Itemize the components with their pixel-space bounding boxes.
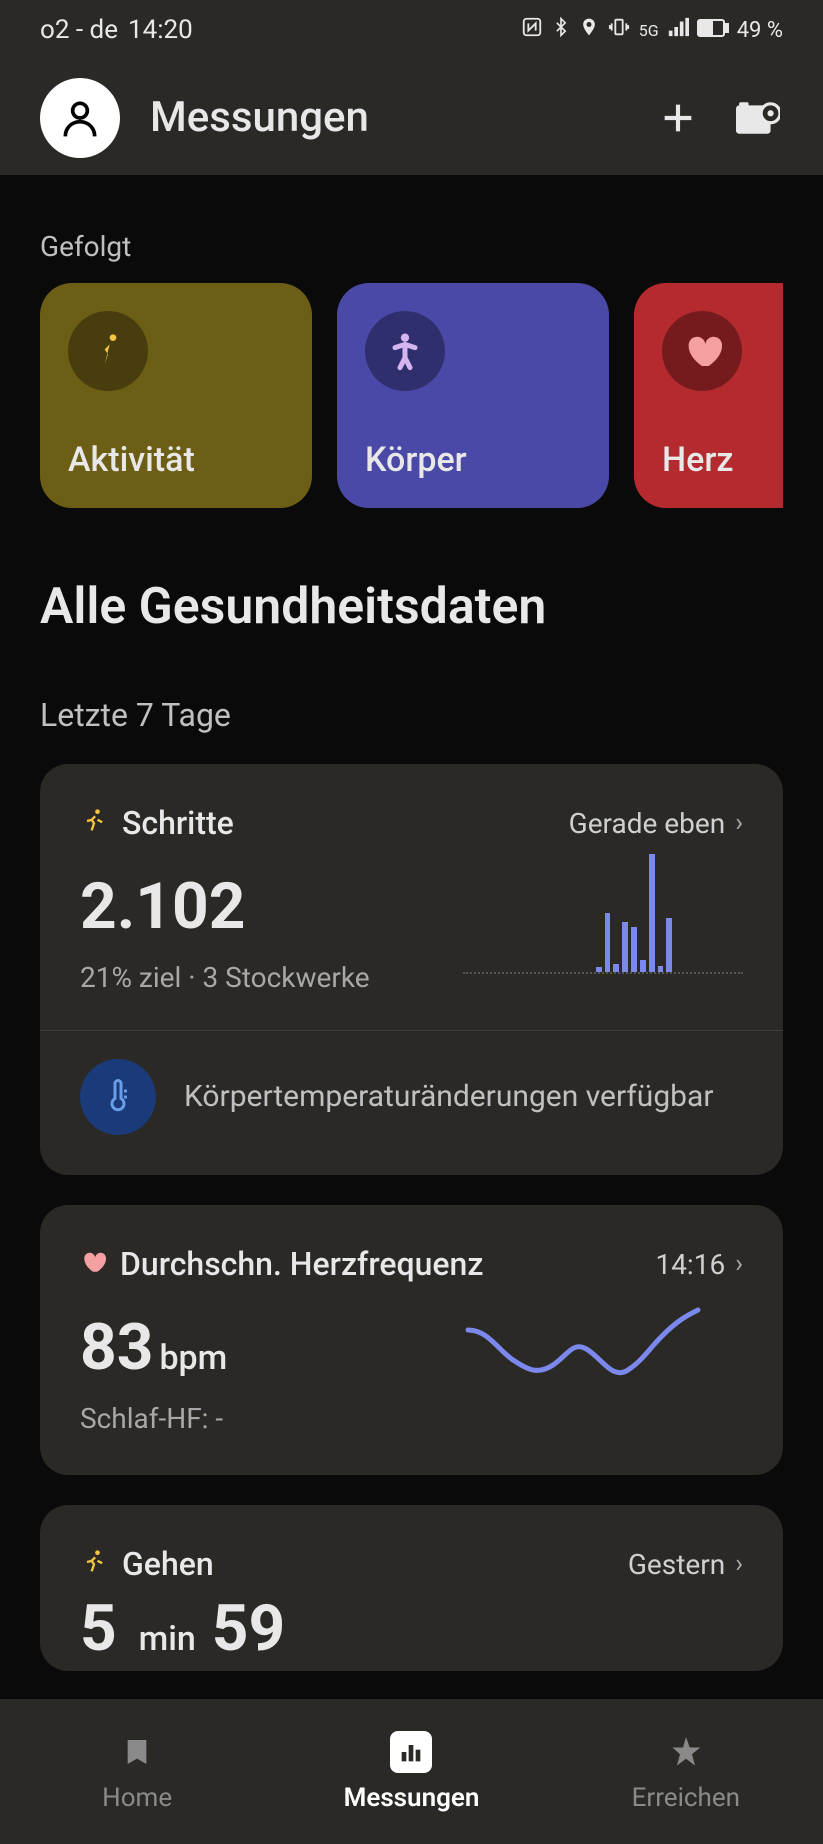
body-icon xyxy=(365,311,445,391)
tile-heart[interactable]: Herz xyxy=(634,283,783,508)
card-title: Schritte xyxy=(122,804,234,842)
range-label: Letzte 7 Tage xyxy=(40,696,783,734)
card-title: Durchschn. Herzfrequenz xyxy=(120,1245,483,1283)
battery-text: 49 % xyxy=(737,18,783,43)
heart-icon xyxy=(662,311,742,391)
heart-rate-card[interactable]: Durchschn. Herzfrequenz 14:16 › 83bpm Sc… xyxy=(40,1205,783,1475)
running-icon xyxy=(80,1548,108,1580)
bottom-nav: Home Messungen Erreichen xyxy=(0,1699,823,1844)
nav-home[interactable]: Home xyxy=(0,1699,274,1844)
app-header: Messungen xyxy=(0,60,823,175)
notice-text: Körpertemperaturänderungen verfügbar xyxy=(184,1076,714,1118)
heart-icon xyxy=(80,1249,106,1279)
followed-label: Gefolgt xyxy=(40,230,783,263)
card-timestamp: Gerade eben xyxy=(569,807,726,840)
heart-subtext: Schlaf-HF: - xyxy=(80,1402,227,1435)
heart-sparkline xyxy=(463,1295,743,1435)
running-icon xyxy=(68,311,148,391)
all-data-title: Alle Gesundheitsdaten xyxy=(40,578,783,636)
location-icon xyxy=(579,16,599,44)
card-timestamp: Gestern xyxy=(628,1548,725,1581)
chevron-right-icon: › xyxy=(735,1549,743,1579)
thermometer-icon xyxy=(80,1059,156,1135)
temperature-notice[interactable]: Körpertemperaturänderungen verfügbar xyxy=(80,1059,743,1135)
status-time: 14:20 xyxy=(128,15,193,45)
nav-measurements[interactable]: Messungen xyxy=(274,1699,548,1844)
tile-activity[interactable]: Aktivität xyxy=(40,283,312,508)
add-button[interactable] xyxy=(653,93,703,143)
running-icon xyxy=(80,807,108,839)
signal-icon xyxy=(667,16,689,44)
tile-label: Körper xyxy=(365,440,581,480)
bookmark-icon xyxy=(116,1731,158,1773)
nav-label: Erreichen xyxy=(632,1783,740,1813)
chart-icon xyxy=(390,1731,432,1773)
tile-body[interactable]: Körper xyxy=(337,283,609,508)
status-bar: o2 - de 14:20 5G 49 % xyxy=(0,0,823,60)
nfc-icon xyxy=(521,16,543,44)
card-title: Gehen xyxy=(122,1545,214,1583)
battery-icon xyxy=(697,18,729,43)
nav-label: Messungen xyxy=(344,1783,480,1813)
steps-subtext: 21% ziel · 3 Stockwerke xyxy=(80,961,370,994)
nav-label: Home xyxy=(102,1783,172,1813)
chevron-right-icon: › xyxy=(735,808,743,838)
network-5g-icon: 5G xyxy=(639,21,659,40)
steps-value: 2.102 xyxy=(80,875,370,939)
heart-value: 83bpm xyxy=(80,1316,227,1380)
chevron-right-icon: › xyxy=(735,1249,743,1279)
steps-card[interactable]: Schritte Gerade eben › 2.102 21% ziel · … xyxy=(40,764,783,1175)
card-timestamp: 14:16 xyxy=(655,1248,725,1281)
profile-avatar[interactable] xyxy=(40,78,120,158)
steps-sparkline xyxy=(463,854,743,994)
star-icon xyxy=(665,1731,707,1773)
page-title: Messungen xyxy=(150,93,623,142)
tile-label: Aktivität xyxy=(68,440,284,480)
device-scan-button[interactable] xyxy=(733,93,783,143)
divider xyxy=(40,1030,783,1031)
nav-achieve[interactable]: Erreichen xyxy=(549,1699,823,1844)
walk-value: 5 min 59 xyxy=(80,1597,743,1661)
tile-label: Herz xyxy=(662,440,783,480)
content-area: Gefolgt Aktivität Körper Herz Alle Gesun… xyxy=(0,230,823,1671)
carrier-text: o2 - de xyxy=(40,15,118,45)
walking-card[interactable]: Gehen Gestern › 5 min 59 xyxy=(40,1505,783,1671)
vibrate-icon xyxy=(607,16,631,44)
bluetooth-icon xyxy=(551,16,571,44)
followed-tiles: Aktivität Körper Herz xyxy=(40,283,783,508)
